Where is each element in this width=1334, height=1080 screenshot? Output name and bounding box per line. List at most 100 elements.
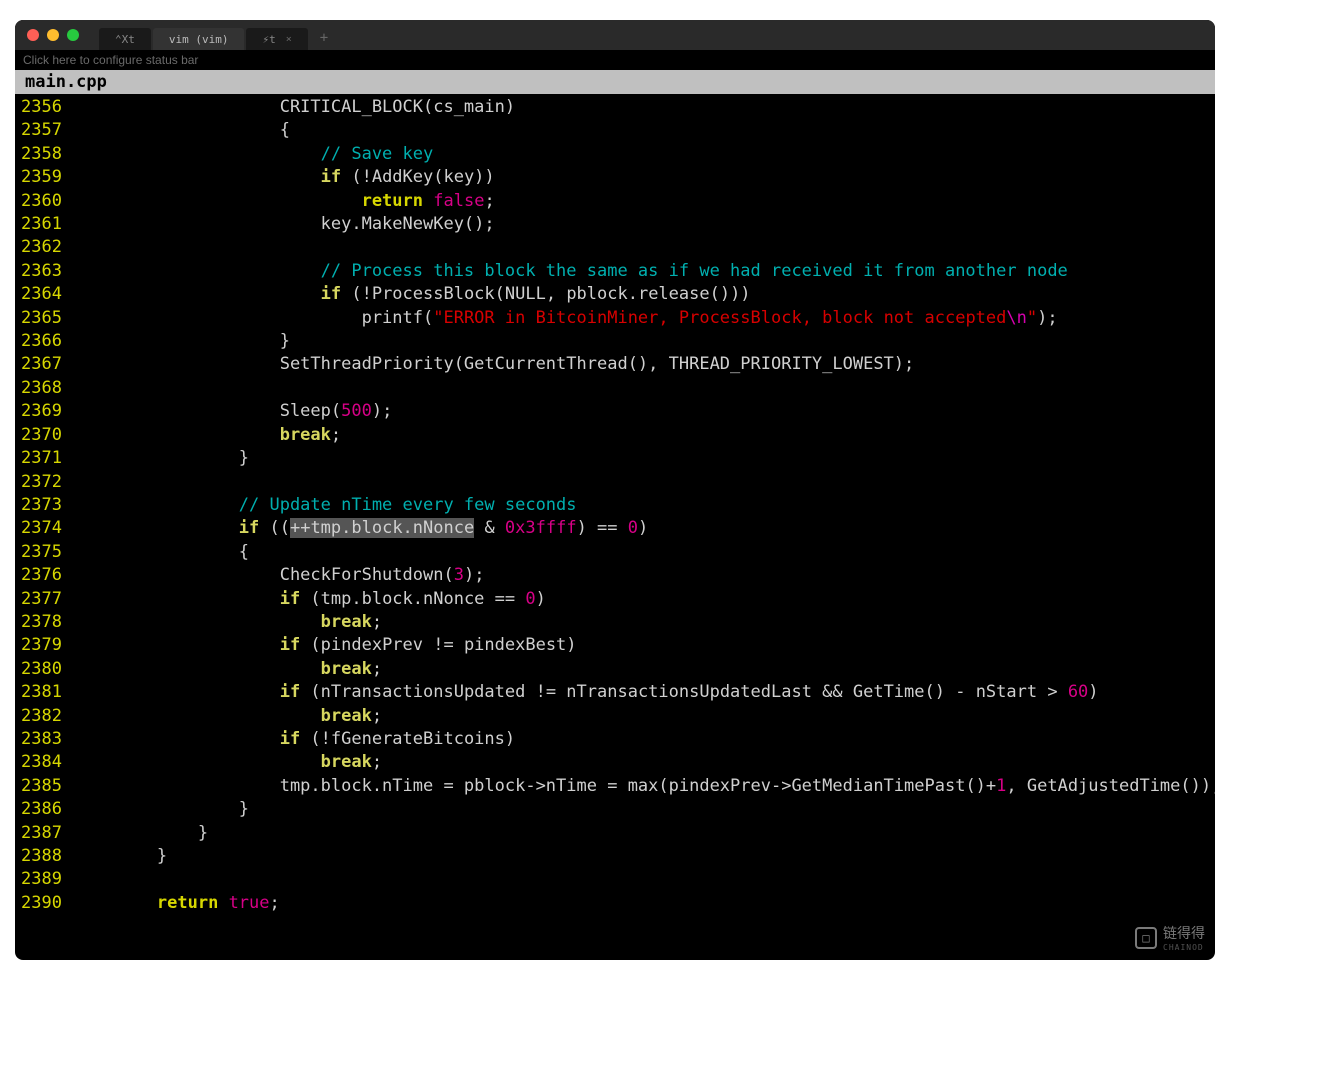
- code-editor[interactable]: 2356 CRITICAL_BLOCK(cs_main)2357 {2358 /…: [15, 94, 1215, 917]
- code-content: {: [75, 541, 249, 564]
- line-number: 2370: [15, 424, 75, 447]
- line-number: 2369: [15, 400, 75, 423]
- terminal-tab-0[interactable]: ⌃Xt: [99, 28, 151, 50]
- line-number: 2356: [15, 96, 75, 119]
- code-content: break;: [75, 611, 382, 634]
- line-number: 2378: [15, 611, 75, 634]
- line-number: 2362: [15, 236, 75, 259]
- code-line[interactable]: 2365 printf("ERROR in BitcoinMiner, Proc…: [15, 307, 1215, 330]
- code-line[interactable]: 2382 break;: [15, 705, 1215, 728]
- file-tab-filler: [117, 70, 1215, 94]
- code-line[interactable]: 2368: [15, 377, 1215, 400]
- code-line[interactable]: 2370 break;: [15, 424, 1215, 447]
- line-number: 2364: [15, 283, 75, 306]
- line-number: 2383: [15, 728, 75, 751]
- code-content: if (!AddKey(key)): [75, 166, 495, 189]
- code-content: break;: [75, 751, 382, 774]
- code-content: if (!fGenerateBitcoins): [75, 728, 515, 751]
- line-number: 2377: [15, 588, 75, 611]
- terminal-tabs: ⌃Xt vim (vim) ⚡t× +: [99, 20, 338, 50]
- code-content: CheckForShutdown(3);: [75, 564, 484, 587]
- line-number: 2389: [15, 868, 75, 891]
- code-line[interactable]: 2364 if (!ProcessBlock(NULL, pblock.rele…: [15, 283, 1215, 306]
- terminal-tab-1[interactable]: vim (vim): [153, 28, 245, 50]
- line-number: 2371: [15, 447, 75, 470]
- code-line[interactable]: 2384 break;: [15, 751, 1215, 774]
- line-number: 2385: [15, 775, 75, 798]
- code-content: }: [75, 447, 249, 470]
- line-number: 2365: [15, 307, 75, 330]
- line-number: 2360: [15, 190, 75, 213]
- code-line[interactable]: 2374 if ((++tmp.block.nNonce & 0x3ffff) …: [15, 517, 1215, 540]
- close-icon[interactable]: [27, 29, 39, 41]
- line-number: 2381: [15, 681, 75, 704]
- code-content: printf("ERROR in BitcoinMiner, ProcessBl…: [75, 307, 1058, 330]
- code-line[interactable]: 2369 Sleep(500);: [15, 400, 1215, 423]
- code-line[interactable]: 2379 if (pindexPrev != pindexBest): [15, 634, 1215, 657]
- line-number: 2387: [15, 822, 75, 845]
- line-number: 2382: [15, 705, 75, 728]
- code-content: SetThreadPriority(GetCurrentThread(), TH…: [75, 353, 914, 376]
- code-line[interactable]: 2372: [15, 471, 1215, 494]
- code-line[interactable]: 2381 if (nTransactionsUpdated != nTransa…: [15, 681, 1215, 704]
- watermark: □ 链得得 CHAINOD: [1135, 923, 1205, 952]
- code-line[interactable]: 2375 {: [15, 541, 1215, 564]
- line-number: 2390: [15, 892, 75, 915]
- code-line[interactable]: 2373 // Update nTime every few seconds: [15, 494, 1215, 517]
- minimize-icon[interactable]: [47, 29, 59, 41]
- line-number: 2361: [15, 213, 75, 236]
- terminal-window: ⌃Xt vim (vim) ⚡t× + Click here to config…: [15, 20, 1215, 960]
- code-content: // Save key: [75, 143, 433, 166]
- code-content: if (pindexPrev != pindexBest): [75, 634, 577, 657]
- zoom-icon[interactable]: [67, 29, 79, 41]
- line-number: 2358: [15, 143, 75, 166]
- code-content: // Process this block the same as if we …: [75, 260, 1068, 283]
- code-line[interactable]: 2378 break;: [15, 611, 1215, 634]
- line-number: 2375: [15, 541, 75, 564]
- line-number: 2367: [15, 353, 75, 376]
- code-line[interactable]: 2362: [15, 236, 1215, 259]
- tab-label: vim (vim): [169, 33, 229, 46]
- code-line[interactable]: 2389: [15, 868, 1215, 891]
- code-content: key.MakeNewKey();: [75, 213, 495, 236]
- code-content: }: [75, 845, 167, 868]
- add-tab-button[interactable]: +: [310, 26, 338, 50]
- code-line[interactable]: 2360 return false;: [15, 190, 1215, 213]
- code-line[interactable]: 2376 CheckForShutdown(3);: [15, 564, 1215, 587]
- code-line[interactable]: 2359 if (!AddKey(key)): [15, 166, 1215, 189]
- code-line[interactable]: 2356 CRITICAL_BLOCK(cs_main): [15, 96, 1215, 119]
- code-line[interactable]: 2377 if (tmp.block.nNonce == 0): [15, 588, 1215, 611]
- code-content: }: [75, 330, 290, 353]
- code-line[interactable]: 2380 break;: [15, 658, 1215, 681]
- code-line[interactable]: 2367 SetThreadPriority(GetCurrentThread(…: [15, 353, 1215, 376]
- line-number: 2376: [15, 564, 75, 587]
- code-line[interactable]: 2361 key.MakeNewKey();: [15, 213, 1215, 236]
- code-line[interactable]: 2390 return true;: [15, 892, 1215, 915]
- watermark-text: 链得得: [1163, 923, 1205, 943]
- line-number: 2388: [15, 845, 75, 868]
- code-line[interactable]: 2385 tmp.block.nTime = pblock->nTime = m…: [15, 775, 1215, 798]
- code-content: if (nTransactionsUpdated != nTransaction…: [75, 681, 1099, 704]
- code-line[interactable]: 2386 }: [15, 798, 1215, 821]
- statusbar-hint[interactable]: Click here to configure status bar: [15, 50, 1215, 70]
- close-tab-icon[interactable]: ×: [286, 34, 292, 45]
- code-line[interactable]: 2371 }: [15, 447, 1215, 470]
- line-number: 2366: [15, 330, 75, 353]
- line-number: 2373: [15, 494, 75, 517]
- code-content: }: [75, 798, 249, 821]
- code-line[interactable]: 2388 }: [15, 845, 1215, 868]
- code-line[interactable]: 2363 // Process this block the same as i…: [15, 260, 1215, 283]
- file-tab-active[interactable]: main.cpp: [15, 70, 117, 94]
- code-line[interactable]: 2358 // Save key: [15, 143, 1215, 166]
- code-content: }: [75, 822, 208, 845]
- code-line[interactable]: 2387 }: [15, 822, 1215, 845]
- terminal-tab-2[interactable]: ⚡t×: [246, 28, 307, 50]
- code-line[interactable]: 2366 }: [15, 330, 1215, 353]
- code-line[interactable]: 2383 if (!fGenerateBitcoins): [15, 728, 1215, 751]
- line-number: 2380: [15, 658, 75, 681]
- line-number: 2379: [15, 634, 75, 657]
- code-content: Sleep(500);: [75, 400, 392, 423]
- line-number: 2386: [15, 798, 75, 821]
- code-line[interactable]: 2357 {: [15, 119, 1215, 142]
- code-content: tmp.block.nTime = pblock->nTime = max(pi…: [75, 775, 1215, 798]
